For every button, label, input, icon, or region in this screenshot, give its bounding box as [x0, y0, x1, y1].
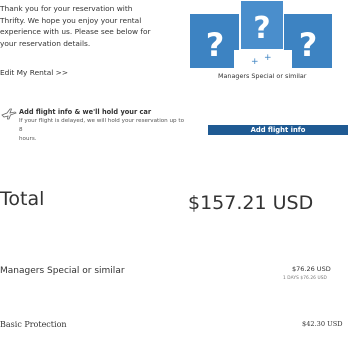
question-mark-placeholder-icon: ? ? ? + + [190, 0, 332, 68]
svg-text:?: ? [299, 26, 318, 64]
svg-text:+: + [251, 57, 259, 67]
intro-line: Thrifty. We hope you enjoy your rental [0, 15, 142, 25]
intro-line: your reservation details. [0, 38, 91, 48]
flight-desc-line: hours. [19, 136, 37, 142]
flight-desc-line: If your flight is delayed, we will hold … [19, 118, 184, 133]
line-item-price: $76.26 USD [292, 265, 331, 273]
total-label: Total [0, 188, 45, 210]
intro-line: Thank you for your reservation with [0, 4, 133, 13]
total-value: $157.21 USD [188, 192, 314, 214]
flight-info-title: Add flight info & we'll hold your car [19, 108, 152, 116]
svg-text:?: ? [206, 26, 225, 64]
plane-icon [1, 108, 17, 120]
car-caption: Managers Special or similar [218, 72, 307, 80]
edit-rental-link[interactable]: Edit My Rental >> [0, 68, 68, 77]
flight-info-description: If your flight is delayed, we will hold … [19, 117, 189, 144]
line-item-price: $42.30 USD [302, 320, 343, 328]
line-item-label: Managers Special or similar [0, 266, 125, 276]
svg-text:?: ? [253, 11, 270, 46]
reservation-intro-text: Thank you for your reservation with Thri… [0, 3, 178, 49]
svg-text:+: + [264, 53, 272, 63]
line-item-label: Basic Protection [0, 320, 67, 329]
intro-line: experience with us. Please see below for [0, 27, 151, 36]
add-flight-info-button[interactable]: Add flight info [208, 125, 348, 135]
car-placeholder-image: ? ? ? + + [190, 0, 332, 68]
line-item-subtext: 1 DAYS $76.26 USD [283, 276, 327, 281]
